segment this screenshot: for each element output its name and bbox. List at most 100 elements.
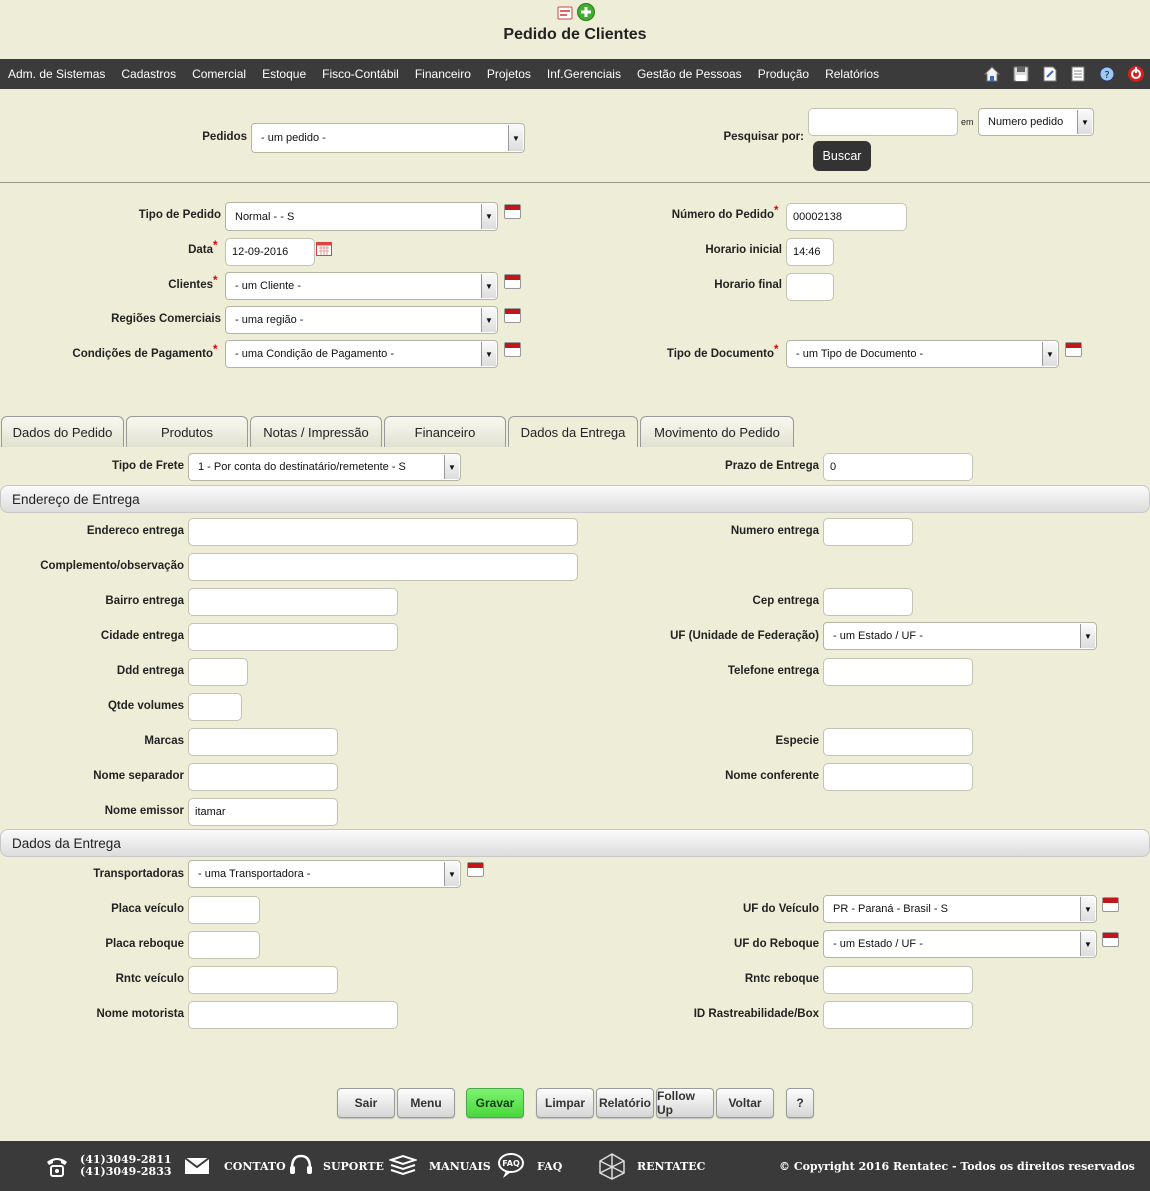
date-picker-icon[interactable]: [316, 241, 332, 256]
complemento-input[interactable]: [188, 553, 578, 581]
uf-select[interactable]: - um Estado / UF - ▼: [823, 622, 1097, 650]
menu-item-8[interactable]: Gestão de Pessoas: [629, 67, 750, 81]
menu-item-4[interactable]: Fisco-Contábil: [314, 67, 407, 81]
menu-item-6[interactable]: Projetos: [479, 67, 539, 81]
required-marker: *: [213, 344, 218, 356]
menu-item-0[interactable]: Adm. de Sistemas: [0, 67, 113, 81]
clientes-select[interactable]: - um Cliente - ▼: [225, 272, 498, 300]
regioes-select[interactable]: - uma região - ▼: [225, 306, 498, 334]
cep-input[interactable]: [823, 588, 913, 616]
tab-notas-impressao[interactable]: Notas / Impressão: [250, 416, 382, 447]
bairro-input[interactable]: [188, 588, 398, 616]
cidade-input[interactable]: [188, 623, 398, 651]
menu-item-10[interactable]: Relatórios: [817, 67, 887, 81]
add-icon[interactable]: [577, 3, 595, 21]
search-field-select[interactable]: Numero pedido ▼: [978, 108, 1094, 136]
rentatec-link[interactable]: RENTATEC: [637, 1141, 705, 1191]
marcas-label: Marcas: [144, 735, 184, 747]
tipo-frete-select[interactable]: 1 - Por conta do destinatário/remetente …: [188, 453, 461, 481]
tab-financeiro[interactable]: Financeiro: [384, 416, 506, 447]
id-rastreabilidade-label: ID Rastreabilidade/Box: [693, 1008, 819, 1020]
data-input[interactable]: 12-09-2016: [225, 238, 315, 266]
calendar-icon[interactable]: [504, 204, 521, 219]
marcas-input[interactable]: [188, 728, 338, 756]
home-icon[interactable]: [983, 65, 1001, 83]
uf-reboque-select[interactable]: - um Estado / UF - ▼: [823, 930, 1097, 958]
prazo-input[interactable]: 0: [823, 453, 973, 481]
especie-input[interactable]: [823, 728, 973, 756]
telefone-label: Telefone entrega: [727, 665, 819, 677]
menu-item-5[interactable]: Financeiro: [407, 67, 479, 81]
transportadoras-select[interactable]: - uma Transportadora - ▼: [188, 860, 461, 888]
edit-document-icon[interactable]: [1041, 65, 1059, 83]
calendar-icon[interactable]: [1102, 932, 1119, 947]
sair-button[interactable]: Sair: [337, 1088, 395, 1118]
calendar-icon[interactable]: [1102, 897, 1119, 912]
calendar-icon[interactable]: [504, 342, 521, 357]
nome-conferente-input[interactable]: [823, 763, 973, 791]
menu-item-2[interactable]: Comercial: [184, 67, 254, 81]
page-title: Pedido de Clientes: [503, 26, 647, 43]
tab-dados-entrega[interactable]: Dados da Entrega: [508, 416, 638, 447]
save-icon[interactable]: [1012, 65, 1030, 83]
nome-conferente-label: Nome conferente: [725, 770, 819, 782]
help-button[interactable]: ?: [786, 1088, 814, 1118]
menu-item-1[interactable]: Cadastros: [113, 67, 184, 81]
voltar-button[interactable]: Voltar: [716, 1088, 774, 1118]
rntc-reboque-label: Rntc reboque: [744, 973, 819, 985]
numero-pedido-input[interactable]: 00002138: [786, 203, 907, 231]
calendar-icon[interactable]: [467, 862, 484, 877]
contato-link[interactable]: CONTATO: [224, 1141, 286, 1191]
tab-dados-pedido[interactable]: Dados do Pedido: [1, 416, 124, 447]
id-rastreabilidade-input[interactable]: [823, 1001, 973, 1029]
qtde-volumes-input[interactable]: [188, 693, 242, 721]
calendar-icon[interactable]: [1065, 342, 1082, 357]
regioes-value: - uma região -: [235, 314, 304, 326]
horario-final-input[interactable]: [786, 273, 834, 301]
nome-motorista-input[interactable]: [188, 1001, 398, 1029]
buscar-button[interactable]: Buscar: [813, 141, 871, 171]
rntc-reboque-input[interactable]: [823, 966, 973, 994]
manuais-link[interactable]: MANUAIS: [429, 1141, 491, 1191]
menu-item-3[interactable]: Estoque: [254, 67, 314, 81]
exit-icon[interactable]: [1127, 65, 1145, 83]
mail-icon[interactable]: [184, 1157, 210, 1175]
tipo-pedido-select[interactable]: Normal - - S ▼: [225, 202, 498, 231]
condicoes-select[interactable]: - uma Condição de Pagamento - ▼: [225, 340, 498, 368]
pedidos-select[interactable]: - um pedido - ▼: [251, 123, 525, 153]
search-input[interactable]: [808, 108, 958, 136]
list-document-icon[interactable]: [1069, 65, 1087, 83]
copyright: © Copyright 2016 Rentatec - Todos os dir…: [779, 1159, 1135, 1173]
tipo-documento-select[interactable]: - um Tipo de Documento - ▼: [786, 340, 1059, 368]
limpar-button[interactable]: Limpar: [536, 1088, 594, 1118]
telefone-input[interactable]: [823, 658, 973, 686]
nome-emissor-input[interactable]: itamar: [188, 798, 338, 826]
tipo-pedido-value: Normal - - S: [235, 210, 295, 223]
menu-item-9[interactable]: Produção: [750, 67, 817, 81]
headset-icon[interactable]: [288, 1153, 314, 1179]
help-globe-icon[interactable]: ?: [1098, 65, 1116, 83]
menu-button[interactable]: Menu: [397, 1088, 455, 1118]
endereco-input[interactable]: [188, 518, 578, 546]
suporte-link[interactable]: SUPORTE: [323, 1141, 384, 1191]
relatorio-button[interactable]: Relatório: [596, 1088, 654, 1118]
rntc-veiculo-input[interactable]: [188, 966, 338, 994]
placa-reboque-input[interactable]: [188, 931, 260, 959]
calendar-icon[interactable]: [504, 274, 521, 289]
gravar-button[interactable]: Gravar: [466, 1088, 524, 1118]
books-icon[interactable]: [389, 1154, 417, 1178]
faq-icon[interactable]: FAQ: [497, 1152, 527, 1180]
ddd-input[interactable]: [188, 658, 248, 686]
tab-produtos[interactable]: Produtos: [126, 416, 248, 447]
menu-item-7[interactable]: Inf.Gerenciais: [539, 67, 629, 81]
faq-link[interactable]: FAQ: [537, 1141, 562, 1191]
tab-movimento-pedido[interactable]: Movimento do Pedido: [640, 416, 794, 447]
uf-veiculo-select[interactable]: PR - Paraná - Brasil - S ▼: [823, 895, 1097, 923]
placa-veiculo-input[interactable]: [188, 896, 260, 924]
nome-separador-input[interactable]: [188, 763, 338, 791]
calendar-icon[interactable]: [504, 308, 521, 323]
numero-entrega-input[interactable]: [823, 518, 913, 546]
horario-inicial-input[interactable]: 14:46: [786, 238, 834, 266]
tipo-frete-value: 1 - Por conta do destinatário/remetente …: [198, 461, 406, 473]
follow-up-button[interactable]: Follow Up: [656, 1088, 714, 1118]
